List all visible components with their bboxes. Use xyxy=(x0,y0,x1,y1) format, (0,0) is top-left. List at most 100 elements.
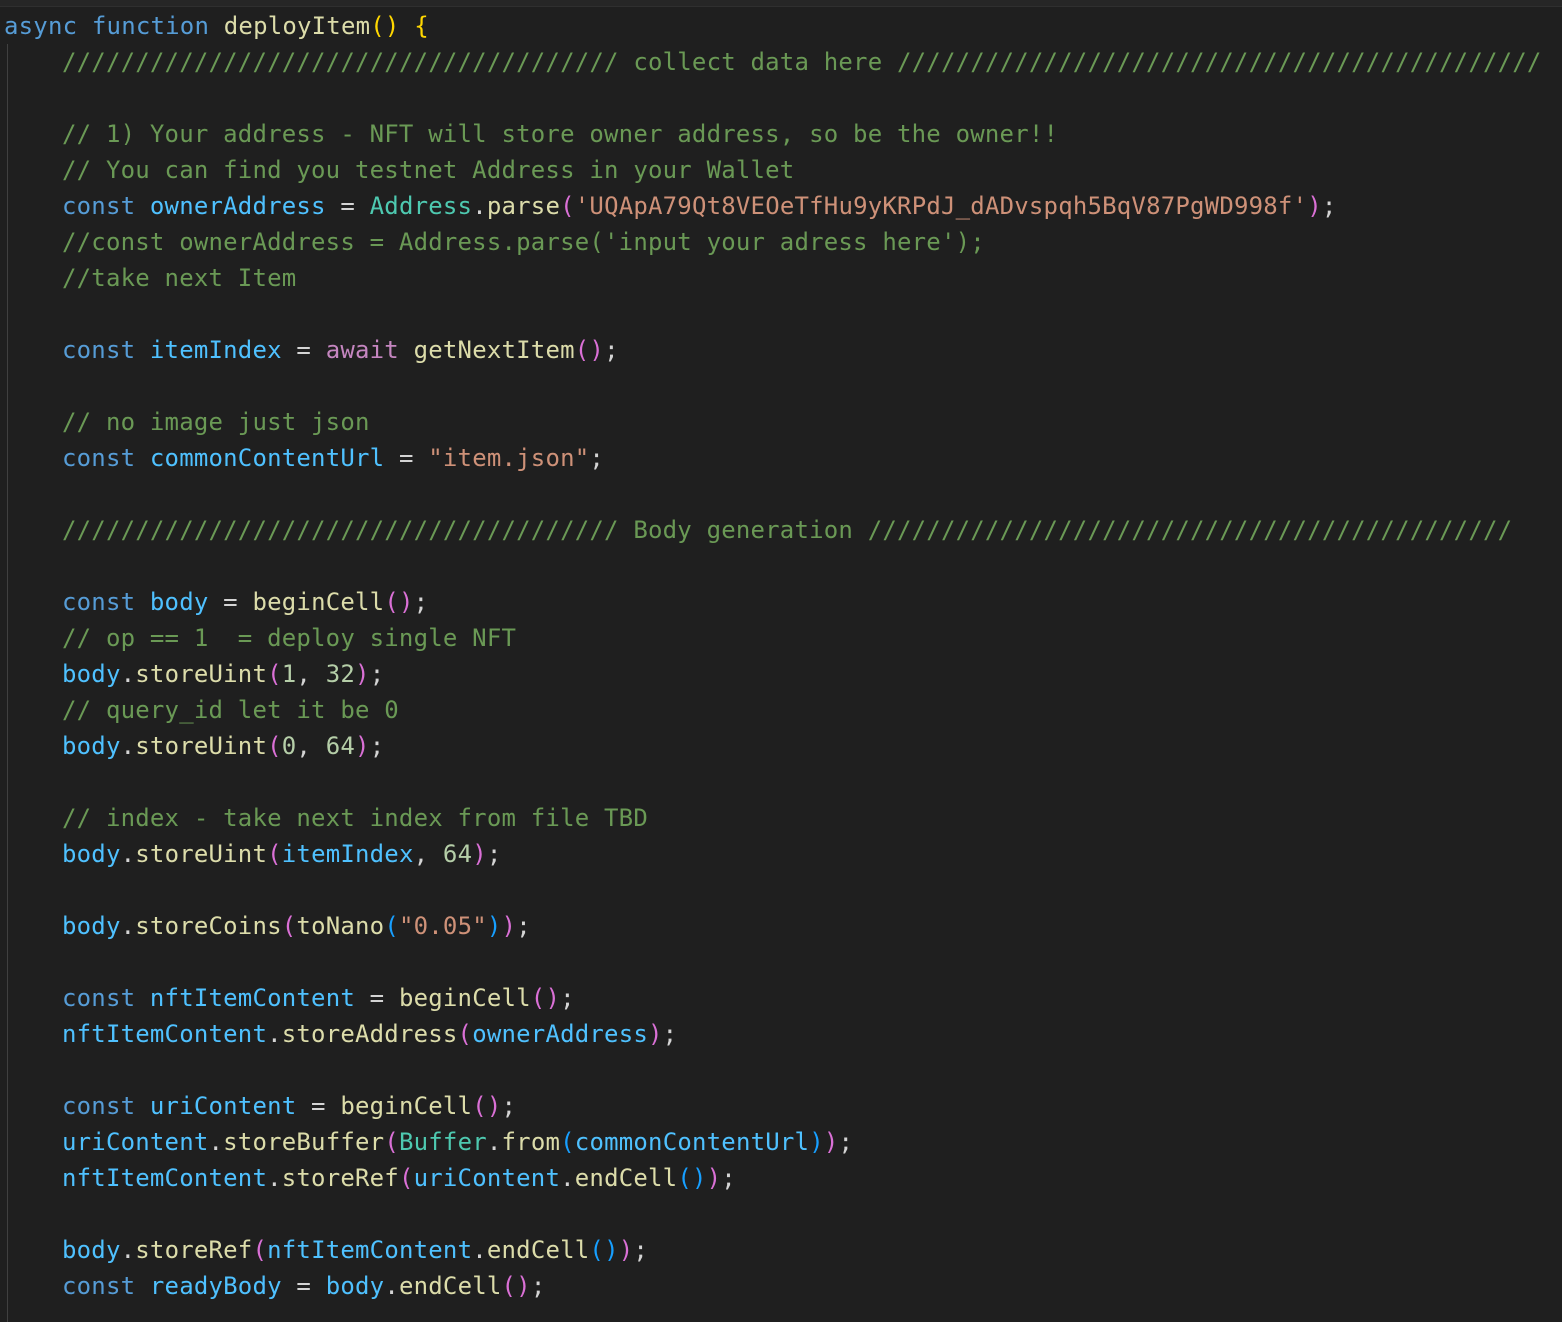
token-constant: uriContent xyxy=(413,1164,561,1192)
token-keyword-await: await xyxy=(325,336,399,364)
code-line-25[interactable] xyxy=(0,872,1562,908)
code-area[interactable]: async function deployItem() { //////////… xyxy=(0,8,1562,1304)
token-type: Buffer xyxy=(398,1128,487,1156)
token-type: Address xyxy=(369,192,473,220)
code-line-9[interactable] xyxy=(0,296,1562,332)
token-constant: body xyxy=(149,588,209,616)
token-method: storeRef xyxy=(135,1236,253,1264)
token-comment: //const ownerAddress = Address.parse('in… xyxy=(62,228,985,256)
code-line-4[interactable]: // 1) Your address - NFT will store owne… xyxy=(0,116,1562,152)
code-line-10[interactable]: const itemIndex = await getNextItem(); xyxy=(0,332,1562,368)
code-line-14[interactable] xyxy=(0,476,1562,512)
code-line-36[interactable]: const readyBody = body.endCell(); xyxy=(0,1268,1562,1304)
token-constant: body xyxy=(62,732,121,760)
token-comment: // query_id let it be 0 xyxy=(62,696,399,724)
code-line-31[interactable]: const uriContent = beginCell(); xyxy=(0,1088,1562,1124)
token-method: storeCoins xyxy=(135,912,282,940)
code-line-33[interactable]: nftItemContent.storeRef(uriContent.endCe… xyxy=(0,1160,1562,1196)
token-method: parse xyxy=(486,192,561,220)
token-method: from xyxy=(501,1128,561,1156)
code-line-11[interactable] xyxy=(0,368,1562,404)
token-string: 'UQApA79Qt8VEOeTfHu9yKRPdJ_dADvspqh5BqV8… xyxy=(574,192,1308,220)
token-method: endCell xyxy=(574,1164,678,1192)
token-function-call: getNextItem xyxy=(413,336,575,364)
code-line-32[interactable]: uriContent.storeBuffer(Buffer.from(commo… xyxy=(0,1124,1562,1160)
token-comment: ////////////////////////////////////// c… xyxy=(62,48,1542,76)
code-line-29[interactable]: nftItemContent.storeAddress(ownerAddress… xyxy=(0,1016,1562,1052)
code-line-3[interactable] xyxy=(0,80,1562,116)
token-string: "item.json" xyxy=(428,444,590,472)
token-keyword: const xyxy=(62,444,136,472)
code-line-16[interactable] xyxy=(0,548,1562,584)
token-constant: body xyxy=(62,840,121,868)
code-line-18[interactable]: // op == 1 = deploy single NFT xyxy=(0,620,1562,656)
token-constant: nftItemContent xyxy=(267,1236,473,1264)
token-keyword: const xyxy=(62,588,136,616)
token-comment: // 1) Your address - NFT will store owne… xyxy=(62,120,1059,148)
code-line-34[interactable] xyxy=(0,1196,1562,1232)
code-line-26[interactable]: body.storeCoins(toNano("0.05")); xyxy=(0,908,1562,944)
code-line-28[interactable]: const nftItemContent = beginCell(); xyxy=(0,980,1562,1016)
code-line-7[interactable]: //const ownerAddress = Address.parse('in… xyxy=(0,224,1562,260)
token-keyword: const xyxy=(62,1272,136,1300)
token-constant: nftItemContent xyxy=(149,984,355,1012)
token-keyword: const xyxy=(62,192,136,220)
token-number: 64 xyxy=(442,840,473,868)
code-line-8[interactable]: //take next Item xyxy=(0,260,1562,296)
token-number: 1 xyxy=(281,660,297,688)
token-constant: body xyxy=(62,1236,121,1264)
token-constant: ownerAddress xyxy=(149,192,326,220)
code-line-17[interactable]: const body = beginCell(); xyxy=(0,584,1562,620)
token-constant: body xyxy=(62,912,121,940)
code-editor[interactable]: async function deployItem() { //////////… xyxy=(0,0,1562,1322)
token-constant: nftItemContent xyxy=(62,1020,268,1048)
token-constant: itemIndex xyxy=(149,336,282,364)
token-method: storeBuffer xyxy=(223,1128,385,1156)
code-line-27[interactable] xyxy=(0,944,1562,980)
code-line-22[interactable] xyxy=(0,764,1562,800)
token-keyword: const xyxy=(62,336,136,364)
token-comment: // You can find you testnet Address in y… xyxy=(62,156,795,184)
code-line-1[interactable]: async function deployItem() { xyxy=(0,8,1562,44)
token-comment: // index - take next index from file TBD xyxy=(62,804,648,832)
token-constant: itemIndex xyxy=(281,840,414,868)
code-line-30[interactable] xyxy=(0,1052,1562,1088)
token-constant: readyBody xyxy=(149,1272,282,1300)
code-line-13[interactable]: const commonContentUrl = "item.json"; xyxy=(0,440,1562,476)
editor-top-strip xyxy=(0,0,1562,7)
token-comment: // no image just json xyxy=(62,408,370,436)
token-method: storeUint xyxy=(135,660,268,688)
token-function-call: beginCell xyxy=(340,1092,473,1120)
token-keyword: const xyxy=(62,984,136,1012)
code-line-23[interactable]: // index - take next index from file TBD xyxy=(0,800,1562,836)
token-string: "0.05" xyxy=(398,912,487,940)
token-method: storeUint xyxy=(135,732,268,760)
token-constant: commonContentUrl xyxy=(574,1128,810,1156)
token-keyword: async xyxy=(4,12,78,40)
token-constant: uriContent xyxy=(62,1128,209,1156)
token-number: 64 xyxy=(325,732,356,760)
token-comment: //take next Item xyxy=(62,264,297,292)
token-number: 32 xyxy=(325,660,356,688)
code-line-6[interactable]: const ownerAddress = Address.parse('UQAp… xyxy=(0,188,1562,224)
code-line-5[interactable]: // You can find you testnet Address in y… xyxy=(0,152,1562,188)
token-constant: nftItemContent xyxy=(62,1164,268,1192)
code-line-21[interactable]: body.storeUint(0, 64); xyxy=(0,728,1562,764)
token-constant: commonContentUrl xyxy=(149,444,385,472)
code-line-12[interactable]: // no image just json xyxy=(0,404,1562,440)
token-constant: body xyxy=(62,660,121,688)
code-line-20[interactable]: // query_id let it be 0 xyxy=(0,692,1562,728)
token-constant: body xyxy=(325,1272,385,1300)
token-method: storeUint xyxy=(135,840,268,868)
token-function-call: toNano xyxy=(296,912,385,940)
code-line-35[interactable]: body.storeRef(nftItemContent.endCell()); xyxy=(0,1232,1562,1268)
token-number: 0 xyxy=(281,732,297,760)
token-function-call: beginCell xyxy=(252,588,385,616)
token-method: endCell xyxy=(398,1272,502,1300)
token-method: storeAddress xyxy=(281,1020,458,1048)
code-line-15[interactable]: ////////////////////////////////////// B… xyxy=(0,512,1562,548)
code-line-2[interactable]: ////////////////////////////////////// c… xyxy=(0,44,1562,80)
token-keyword: const xyxy=(62,1092,136,1120)
code-line-19[interactable]: body.storeUint(1, 32); xyxy=(0,656,1562,692)
code-line-24[interactable]: body.storeUint(itemIndex, 64); xyxy=(0,836,1562,872)
